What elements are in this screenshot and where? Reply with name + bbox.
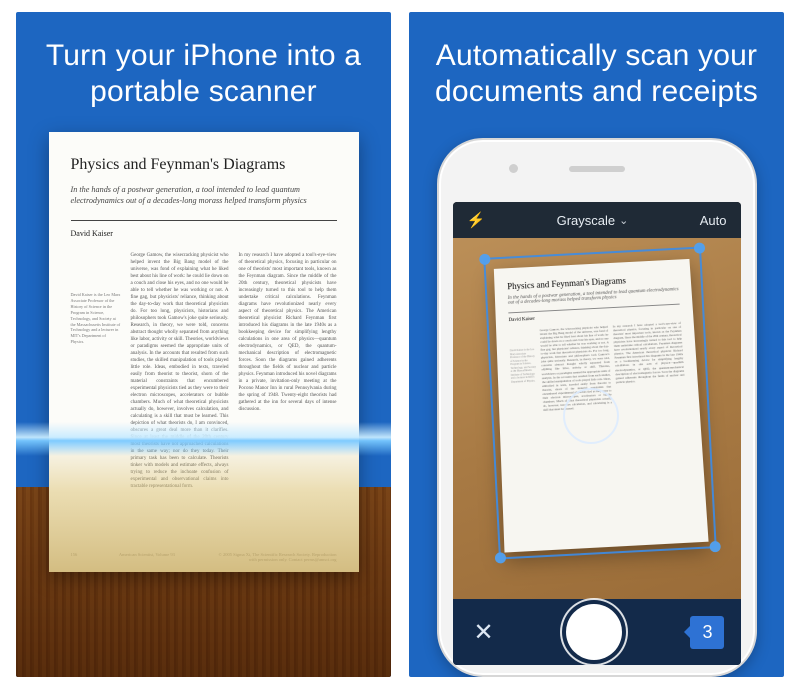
- doc-sidebar-bio: David Kaiser is the Leo Marx Associate P…: [71, 252, 121, 490]
- color-mode-selector[interactable]: Grayscale ⌄: [557, 213, 629, 228]
- doc-footer-pagenum: 156: [71, 552, 78, 562]
- doc-footer-journal: American Scientist, Volume 93: [119, 552, 175, 562]
- headline-right: Automatically scan your documents and re…: [409, 12, 784, 132]
- crop-handle-tl[interactable]: [479, 254, 491, 266]
- iphone-mockup: ⚡ Grayscale ⌄ Auto Physics and Feynman's…: [437, 138, 757, 677]
- phone-screen: ⚡ Grayscale ⌄ Auto Physics and Feynman's…: [453, 202, 741, 665]
- headline-left: Turn your iPhone into a portable scanner: [16, 12, 391, 132]
- phone-earpiece: [569, 166, 625, 172]
- doc-title: Physics and Feynman's Diagrams: [71, 156, 337, 174]
- close-button[interactable]: ✕: [469, 618, 499, 647]
- scanner-top-toolbar: ⚡ Grayscale ⌄ Auto: [453, 202, 741, 238]
- scanner-bottom-toolbar: ✕ 3: [453, 599, 741, 665]
- crop-handle-tr[interactable]: [693, 242, 705, 254]
- doc-author: David Kaiser: [71, 229, 337, 238]
- promo-panel-autoscan: Automatically scan your documents and re…: [409, 12, 784, 677]
- divider: [71, 220, 337, 221]
- shutter-button[interactable]: [566, 604, 622, 660]
- detected-doc-subtitle: In the hands of a postwar generation, a …: [507, 287, 679, 305]
- doc-col-1: George Gamow, the wisecracking physicist…: [131, 252, 229, 490]
- doc-subtitle: In the hands of a postwar generation, a …: [71, 184, 337, 206]
- crop-handle-bl[interactable]: [494, 552, 506, 564]
- color-mode-label: Grayscale: [557, 213, 616, 228]
- phone-front-camera: [509, 164, 518, 173]
- document-preview: Physics and Feynman's Diagrams In the ha…: [16, 132, 391, 677]
- camera-viewport[interactable]: Physics and Feynman's Diagrams In the ha…: [453, 238, 741, 599]
- promo-panel-scanner: Turn your iPhone into a portable scanner…: [16, 12, 391, 677]
- crop-handle-br[interactable]: [709, 541, 721, 553]
- doc-col-2: In my research I have adopted a tool's-e…: [239, 252, 337, 490]
- doc-footer-rights: © 2005 Sigma Xi, The Scientific Research…: [216, 552, 336, 562]
- scanned-page: Physics and Feynman's Diagrams In the ha…: [49, 132, 359, 572]
- auto-capture-toggle[interactable]: Auto: [700, 213, 727, 228]
- page-count-badge[interactable]: 3: [690, 616, 724, 649]
- detected-document: Physics and Feynman's Diagrams In the ha…: [493, 259, 708, 553]
- chevron-down-icon: ⌄: [619, 214, 628, 227]
- flash-toggle[interactable]: ⚡: [467, 211, 486, 229]
